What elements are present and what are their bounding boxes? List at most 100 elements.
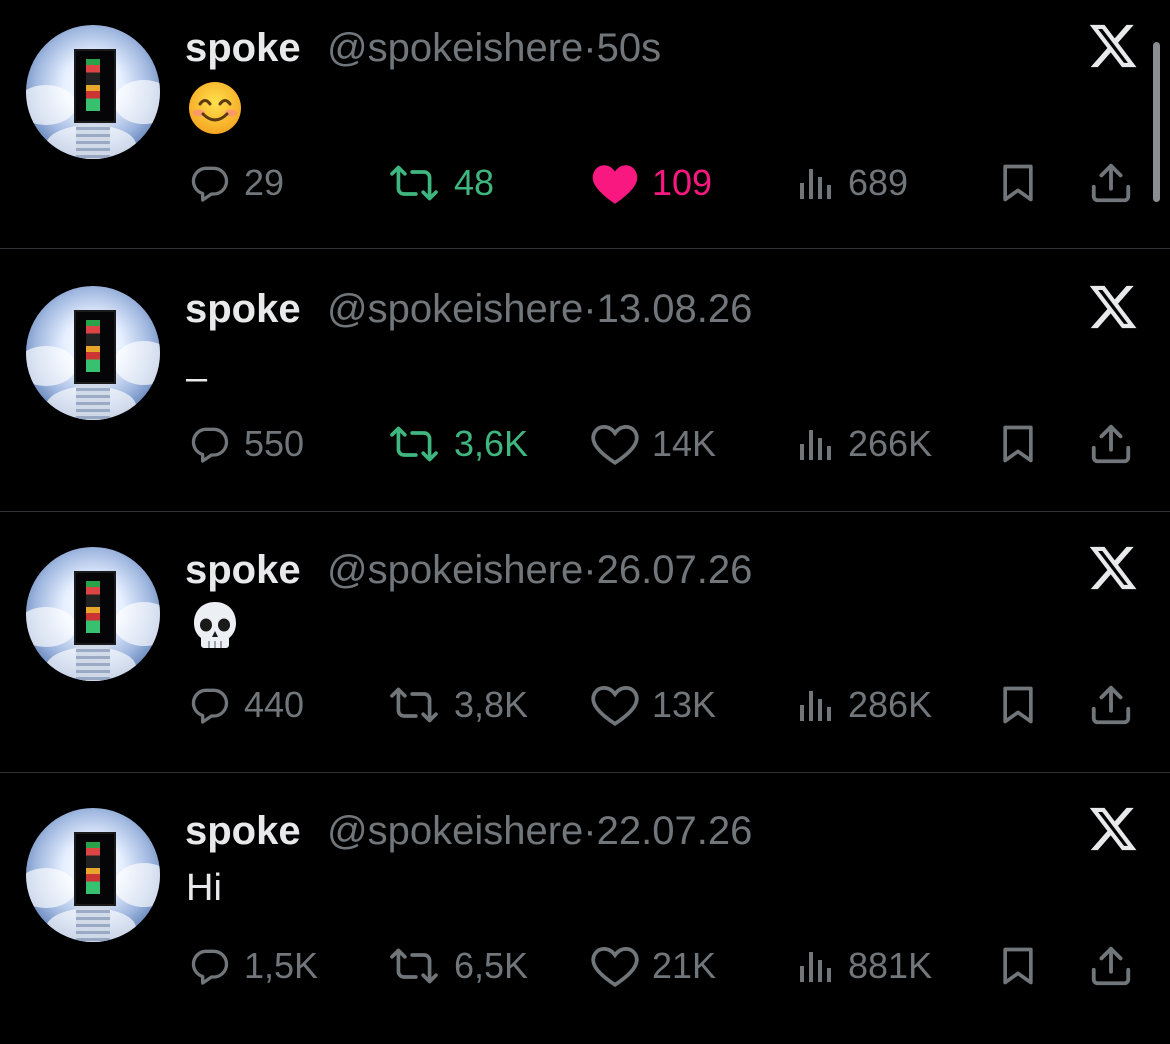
- views-chart-icon: [800, 169, 831, 199]
- author-handle[interactable]: @spokeishere: [327, 809, 583, 853]
- like-count: 14K: [652, 423, 717, 464]
- share-button[interactable]: [1088, 680, 1134, 730]
- views-button[interactable]: 266K: [796, 419, 932, 469]
- author-name[interactable]: spoke: [185, 26, 301, 71]
- retweet-button[interactable]: 48: [386, 158, 494, 208]
- author-handle[interactable]: @spokeishere: [327, 548, 583, 592]
- scrollbar[interactable]: [1153, 42, 1160, 202]
- tweet-text: Hi: [186, 867, 222, 909]
- views-count: 286K: [848, 684, 933, 725]
- reply-icon: [191, 427, 229, 463]
- reply-button[interactable]: 1,5K: [188, 941, 318, 991]
- retweet-button[interactable]: 3,8K: [386, 680, 528, 730]
- separator-dot: ·: [583, 548, 597, 592]
- reply-count: 550: [244, 423, 305, 464]
- like-count: 21K: [652, 945, 717, 986]
- avatar[interactable]: [26, 25, 160, 159]
- views-count: 266K: [848, 423, 933, 464]
- views-count: 689: [848, 162, 909, 203]
- bookmark-button[interactable]: [996, 158, 1040, 208]
- reply-button[interactable]: 550: [188, 419, 304, 469]
- retweet-button[interactable]: 3,6K: [386, 419, 528, 469]
- views-count: 881K: [848, 945, 933, 986]
- views-button[interactable]: 881K: [796, 941, 932, 991]
- like-count: 13K: [652, 684, 717, 725]
- views-button[interactable]: 689: [796, 158, 908, 208]
- reply-button[interactable]: 29: [188, 158, 284, 208]
- like-button[interactable]: 13K: [590, 680, 716, 730]
- bookmark-icon: [1003, 947, 1033, 985]
- like-button[interactable]: 109: [590, 158, 712, 208]
- heart-outline-icon: [591, 425, 639, 465]
- retweet-count: 3,6K: [454, 423, 529, 464]
- views-button[interactable]: 286K: [796, 680, 932, 730]
- share-button[interactable]: [1088, 419, 1134, 469]
- avatar[interactable]: [26, 286, 160, 420]
- tweet[interactable]: spoke @spokeishere·13.08.26 – 550 3,6K 1…: [0, 261, 1170, 522]
- separator-dot: ·: [583, 26, 597, 70]
- retweet-count: 3,8K: [454, 684, 529, 725]
- x-logo-icon: [1089, 24, 1137, 68]
- share-button[interactable]: [1088, 941, 1134, 991]
- x-logo-icon: [1089, 285, 1137, 329]
- bookmark-icon: [1003, 164, 1033, 202]
- retweet-icon: [390, 687, 438, 723]
- share-icon: [1091, 946, 1131, 986]
- tweet-text: –: [186, 357, 208, 399]
- skull-emoji: [194, 602, 236, 648]
- retweet-count: 6,5K: [454, 945, 529, 986]
- tweet-meta: @spokeishere·26.07.26: [327, 548, 752, 593]
- tweet[interactable]: spoke @spokeishere·50s 29 48 109 689: [0, 0, 1170, 261]
- x-logo-icon: [1089, 546, 1137, 590]
- tweet-divider: [0, 772, 1170, 773]
- bookmark-icon: [1003, 686, 1033, 724]
- timeline-feed: spoke @spokeishere·50s 29 48 109 689 spo…: [0, 0, 1170, 1032]
- bookmark-button[interactable]: [996, 941, 1040, 991]
- timestamp[interactable]: 26.07.26: [597, 548, 753, 592]
- views-chart-icon: [800, 691, 831, 721]
- timestamp[interactable]: 22.07.26: [597, 809, 753, 853]
- timestamp[interactable]: 50s: [597, 26, 662, 70]
- reply-count: 440: [244, 684, 305, 725]
- like-button[interactable]: 14K: [590, 419, 716, 469]
- like-button[interactable]: 21K: [590, 941, 716, 991]
- author-handle[interactable]: @spokeishere: [327, 287, 583, 331]
- separator-dot: ·: [583, 287, 597, 331]
- tweet-meta: @spokeishere·50s: [327, 26, 661, 71]
- reply-icon: [191, 688, 229, 724]
- author-name[interactable]: spoke: [185, 809, 301, 854]
- bookmark-button[interactable]: [996, 680, 1040, 730]
- tweet[interactable]: spoke @spokeishere·26.07.26 440 3,8K 13K: [0, 522, 1170, 783]
- retweet-icon: [390, 426, 438, 462]
- tweet-meta: @spokeishere·22.07.26: [327, 809, 752, 854]
- views-chart-icon: [800, 430, 831, 460]
- avatar[interactable]: [26, 808, 160, 942]
- retweet-button[interactable]: 6,5K: [386, 941, 528, 991]
- share-icon: [1091, 424, 1131, 464]
- tweet-meta: @spokeishere·13.08.26: [327, 287, 752, 332]
- separator-dot: ·: [583, 809, 597, 853]
- reply-icon: [191, 166, 229, 202]
- reply-button[interactable]: 440: [188, 680, 304, 730]
- retweet-icon: [390, 165, 438, 201]
- timestamp[interactable]: 13.08.26: [597, 287, 753, 331]
- tweet-divider: [0, 511, 1170, 512]
- x-logo-icon: [1089, 807, 1137, 851]
- share-icon: [1091, 163, 1131, 203]
- bookmark-icon: [1003, 425, 1033, 463]
- reply-count: 1,5K: [244, 945, 319, 986]
- avatar[interactable]: [26, 547, 160, 681]
- tweet-divider: [0, 248, 1170, 249]
- author-handle[interactable]: @spokeishere: [327, 26, 583, 70]
- views-chart-icon: [800, 952, 831, 982]
- tweet[interactable]: spoke @spokeishere·22.07.26 Hi 1,5K 6,5K…: [0, 783, 1170, 1044]
- author-name[interactable]: spoke: [185, 548, 301, 593]
- reply-count: 29: [244, 162, 285, 203]
- share-icon: [1091, 685, 1131, 725]
- bookmark-button[interactable]: [996, 419, 1040, 469]
- author-name[interactable]: spoke: [185, 287, 301, 332]
- like-count: 109: [652, 162, 713, 203]
- reply-icon: [191, 949, 229, 985]
- smiling-face-emoji: [189, 82, 241, 134]
- share-button[interactable]: [1088, 158, 1134, 208]
